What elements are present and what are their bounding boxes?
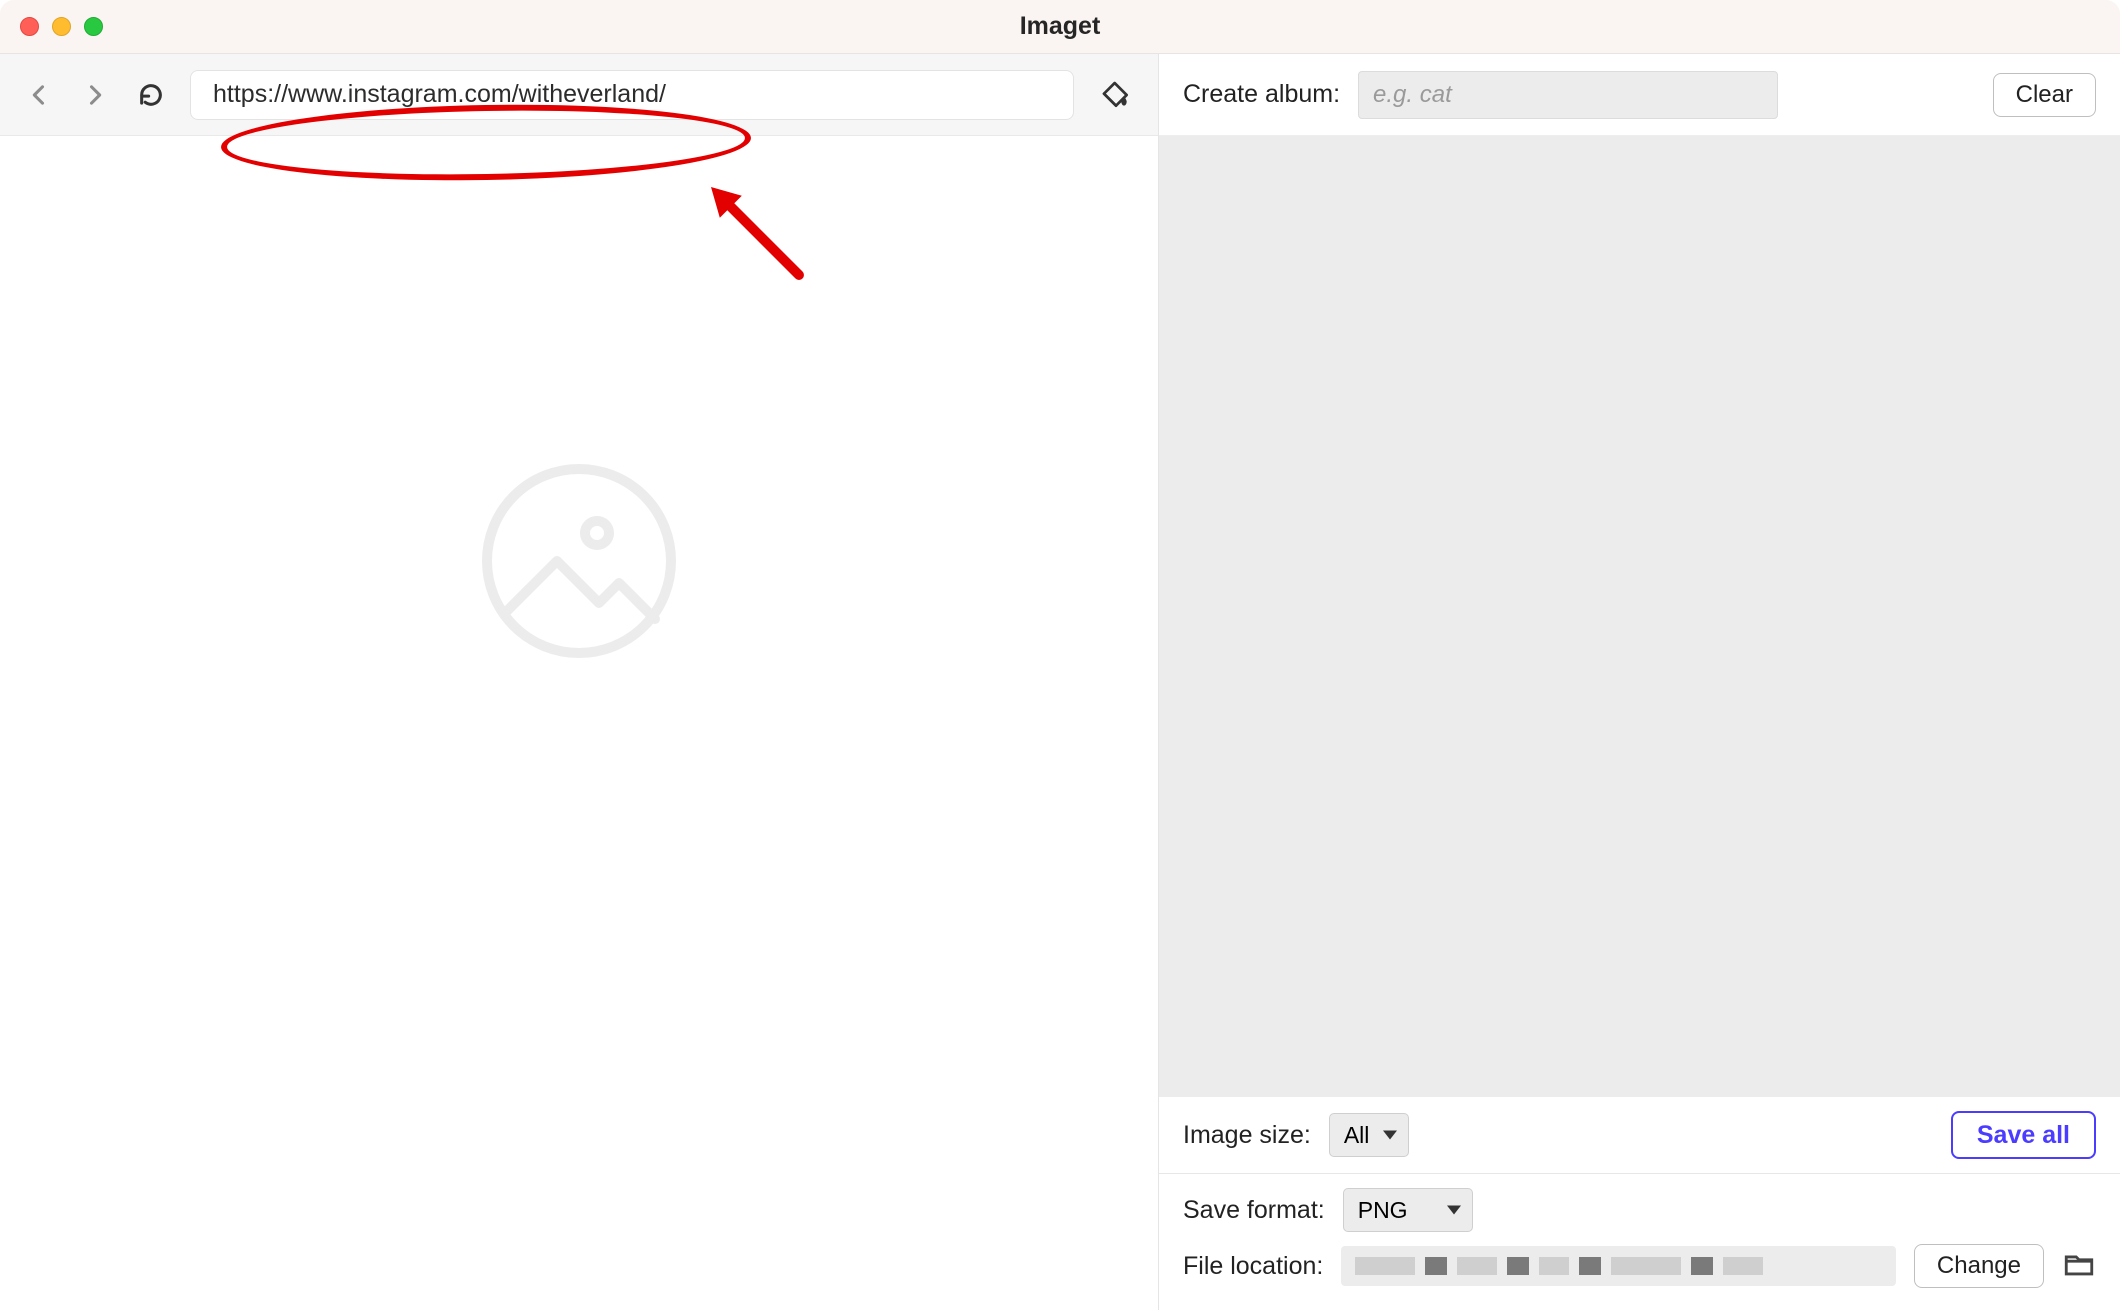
arrow-left-icon	[25, 81, 53, 109]
sidebar-pane: Create album: Clear Image size: All Save…	[1158, 54, 2120, 1310]
save-controls: Image size: All Save all Save format: PN…	[1159, 1097, 2120, 1310]
change-location-button[interactable]: Change	[1914, 1244, 2044, 1288]
annotation-arrow	[700, 176, 810, 291]
save-all-button[interactable]: Save all	[1951, 1111, 2096, 1159]
album-content-area	[1159, 136, 2120, 1097]
browser-toolbar	[0, 54, 1158, 136]
reload-button[interactable]	[134, 78, 168, 112]
close-window-button[interactable]	[20, 17, 39, 36]
image-size-select[interactable]: All	[1329, 1113, 1409, 1157]
image-size-row: Image size: All Save all	[1159, 1097, 2120, 1174]
create-album-label: Create album:	[1183, 80, 1340, 109]
minimize-window-button[interactable]	[52, 17, 71, 36]
fullscreen-window-button[interactable]	[84, 17, 103, 36]
file-location-row: File location: Change	[1159, 1238, 2120, 1310]
open-folder-button[interactable]	[2062, 1247, 2096, 1286]
empty-image-placeholder-icon	[479, 461, 679, 666]
file-location-label: File location:	[1183, 1252, 1323, 1281]
folder-icon	[2062, 1247, 2096, 1281]
file-location-display	[1341, 1246, 1896, 1286]
reload-icon	[137, 81, 165, 109]
clear-button[interactable]: Clear	[1993, 73, 2096, 117]
paint-bucket-icon	[1100, 79, 1132, 111]
album-name-input[interactable]	[1358, 71, 1778, 119]
window-controls	[20, 17, 103, 36]
app-title: Imaget	[0, 12, 2120, 41]
titlebar: Imaget	[0, 0, 2120, 54]
image-size-label: Image size:	[1183, 1121, 1311, 1150]
main-split: Create album: Clear Image size: All Save…	[0, 54, 2120, 1310]
album-bar: Create album: Clear	[1159, 54, 2120, 136]
arrow-right-icon	[81, 81, 109, 109]
back-button[interactable]	[22, 78, 56, 112]
forward-button[interactable]	[78, 78, 112, 112]
browser-pane	[0, 54, 1158, 1310]
save-format-row: Save format: PNG	[1159, 1174, 2120, 1238]
paint-bucket-button[interactable]	[1096, 75, 1136, 115]
browser-content	[0, 136, 1158, 1310]
url-input[interactable]	[190, 70, 1074, 120]
save-format-label: Save format:	[1183, 1196, 1325, 1225]
save-format-select[interactable]: PNG	[1343, 1188, 1473, 1232]
